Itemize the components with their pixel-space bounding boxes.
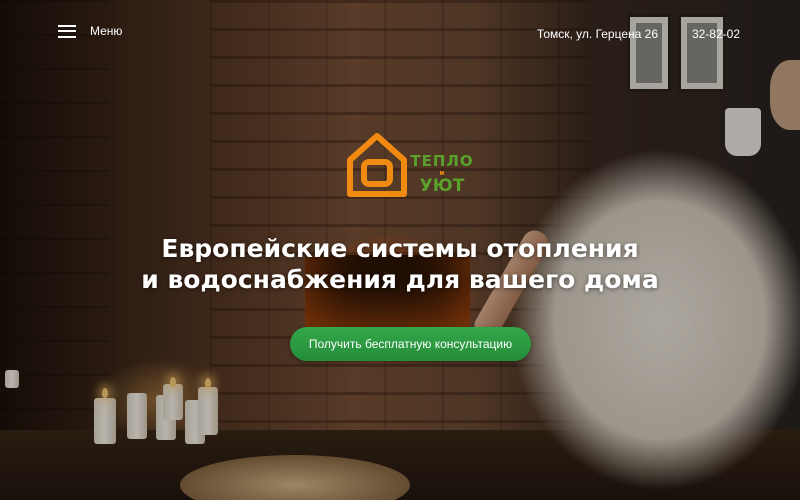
headline-line-1: Европейские системы отопления [161,234,639,263]
headline-line-2: и водоснабжения для вашего дома [141,265,659,294]
logo-text-bottom: УЮТ [419,176,465,196]
logo-text: ТЕПЛО и УЮТ [410,152,474,196]
menu-button[interactable]: Меню [58,24,122,38]
top-bar: Меню Томск, ул. Герцена 26 32-82-02 [0,0,800,66]
hero-headline: Европейские системы отопления и водоснаб… [0,233,800,295]
logo-text-top: ТЕПЛО [410,152,474,170]
house-logo-icon [347,133,407,197]
free-consultation-button[interactable]: Получить бесплатную консультацию [290,327,531,361]
phone-link[interactable]: 32-82-02 [692,27,740,41]
hamburger-icon [58,24,76,38]
hero-section: Меню Томск, ул. Герцена 26 32-82-02 ТЕПЛ… [0,0,800,500]
menu-label: Меню [90,24,123,38]
address-text: Томск, ул. Герцена 26 [536,27,658,41]
logo[interactable]: ТЕПЛО и УЮТ [344,132,478,202]
